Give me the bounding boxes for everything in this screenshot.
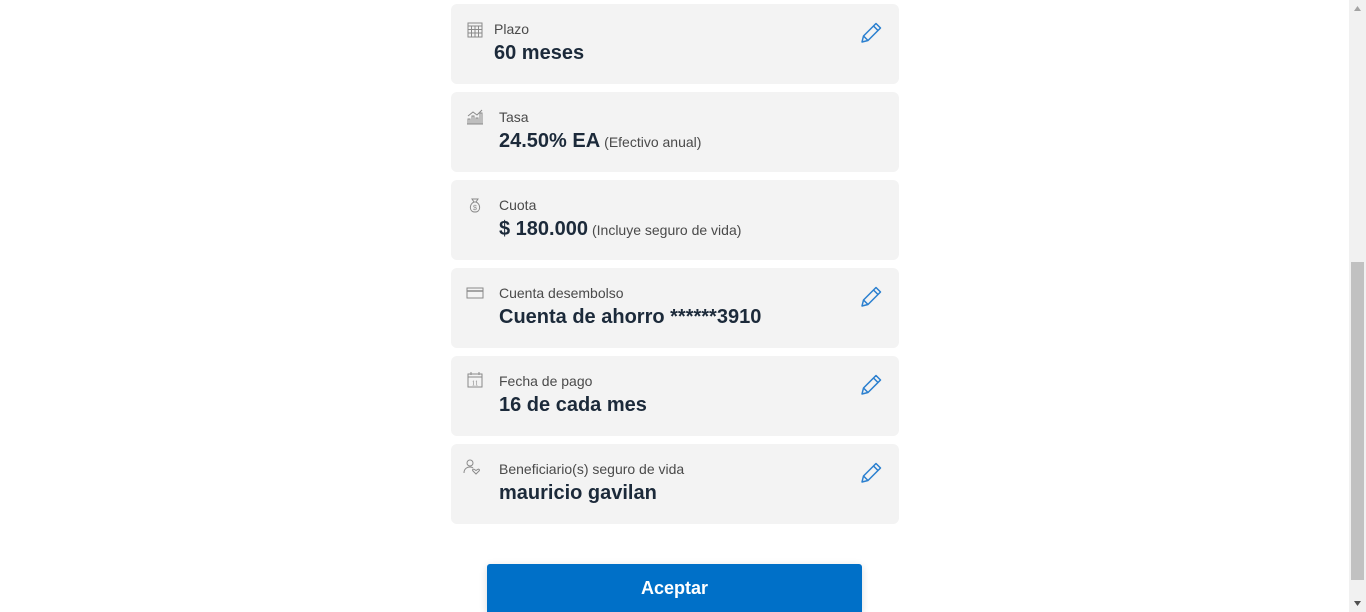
- card-tasa: Tasa 24.50% EA (Efectivo anual): [451, 92, 899, 172]
- pencil-icon: [861, 286, 882, 307]
- card-label: Plazo: [494, 21, 530, 37]
- card-value-line: 24.50% EA (Efectivo anual): [499, 130, 701, 153]
- scroll-down-arrow-icon[interactable]: [1353, 599, 1362, 608]
- edit-plazo-button[interactable]: [857, 19, 885, 47]
- card-note: (Incluye seguro de vida): [591, 222, 742, 238]
- card-value: $ 180.000: [499, 218, 588, 240]
- card-value: 60 meses: [494, 42, 585, 64]
- card-cuota: $ Cuota $ 180.000 (Incluye seguro de vida…: [451, 180, 899, 260]
- edit-fecha-button[interactable]: [857, 371, 885, 399]
- calendar-day-number: 11: [472, 380, 479, 388]
- calendar-grid-icon: [466, 21, 484, 39]
- person-heart-icon: [463, 458, 481, 476]
- card-value: Cuenta de ahorro ******3910: [499, 306, 762, 328]
- card-value-line: 16 de cada mes: [499, 394, 647, 417]
- card-cuenta-desembolso: Cuenta desembolso Cuenta de ahorro *****…: [451, 268, 899, 348]
- edit-cuenta-button[interactable]: [857, 283, 885, 311]
- accept-button[interactable]: Aceptar: [487, 564, 862, 612]
- card-note: (Efectivo anual): [604, 134, 702, 150]
- card-icon: [466, 284, 484, 302]
- card-label: Cuenta desembolso: [499, 285, 624, 301]
- calendar-day-icon: 11: [466, 371, 484, 389]
- card-value: 24.50% EA: [499, 130, 601, 152]
- chart-icon: [466, 108, 484, 126]
- card-value: 16 de cada mes: [499, 394, 647, 416]
- card-fecha-pago: 11 Fecha de pago 16 de cada mes: [451, 356, 899, 436]
- card-value-line: $ 180.000 (Incluye seguro de vida): [499, 218, 741, 241]
- card-label: Cuota: [499, 197, 537, 213]
- scrollbar-thumb[interactable]: [1351, 262, 1364, 580]
- pencil-icon: [861, 462, 882, 483]
- card-value-line: mauricio gavilan: [499, 482, 657, 505]
- vertical-scrollbar[interactable]: [1349, 0, 1366, 612]
- money-bag-icon: $: [466, 196, 484, 214]
- page: Plazo 60 meses Tasa 24.50% EA(Efectivo a…: [0, 0, 1366, 612]
- scroll-up-arrow-icon[interactable]: [1353, 4, 1362, 13]
- card-value: mauricio gavilan: [499, 482, 657, 504]
- edit-beneficiarios-button[interactable]: [857, 459, 885, 487]
- card-label: Fecha de pago: [499, 373, 593, 389]
- card-value-line: Cuenta de ahorro ******3910: [499, 306, 761, 329]
- pencil-icon: [861, 22, 882, 43]
- card-beneficiarios: Beneficiario(s) seguro de vida mauricio …: [451, 444, 899, 524]
- card-plazo: Plazo 60 meses: [451, 4, 899, 84]
- pencil-icon: [861, 374, 882, 395]
- card-label: Beneficiario(s) seguro de vida: [499, 461, 685, 477]
- card-label: Tasa: [499, 109, 529, 125]
- svg-text:$: $: [473, 205, 477, 212]
- card-value-line: 60 meses: [494, 42, 584, 65]
